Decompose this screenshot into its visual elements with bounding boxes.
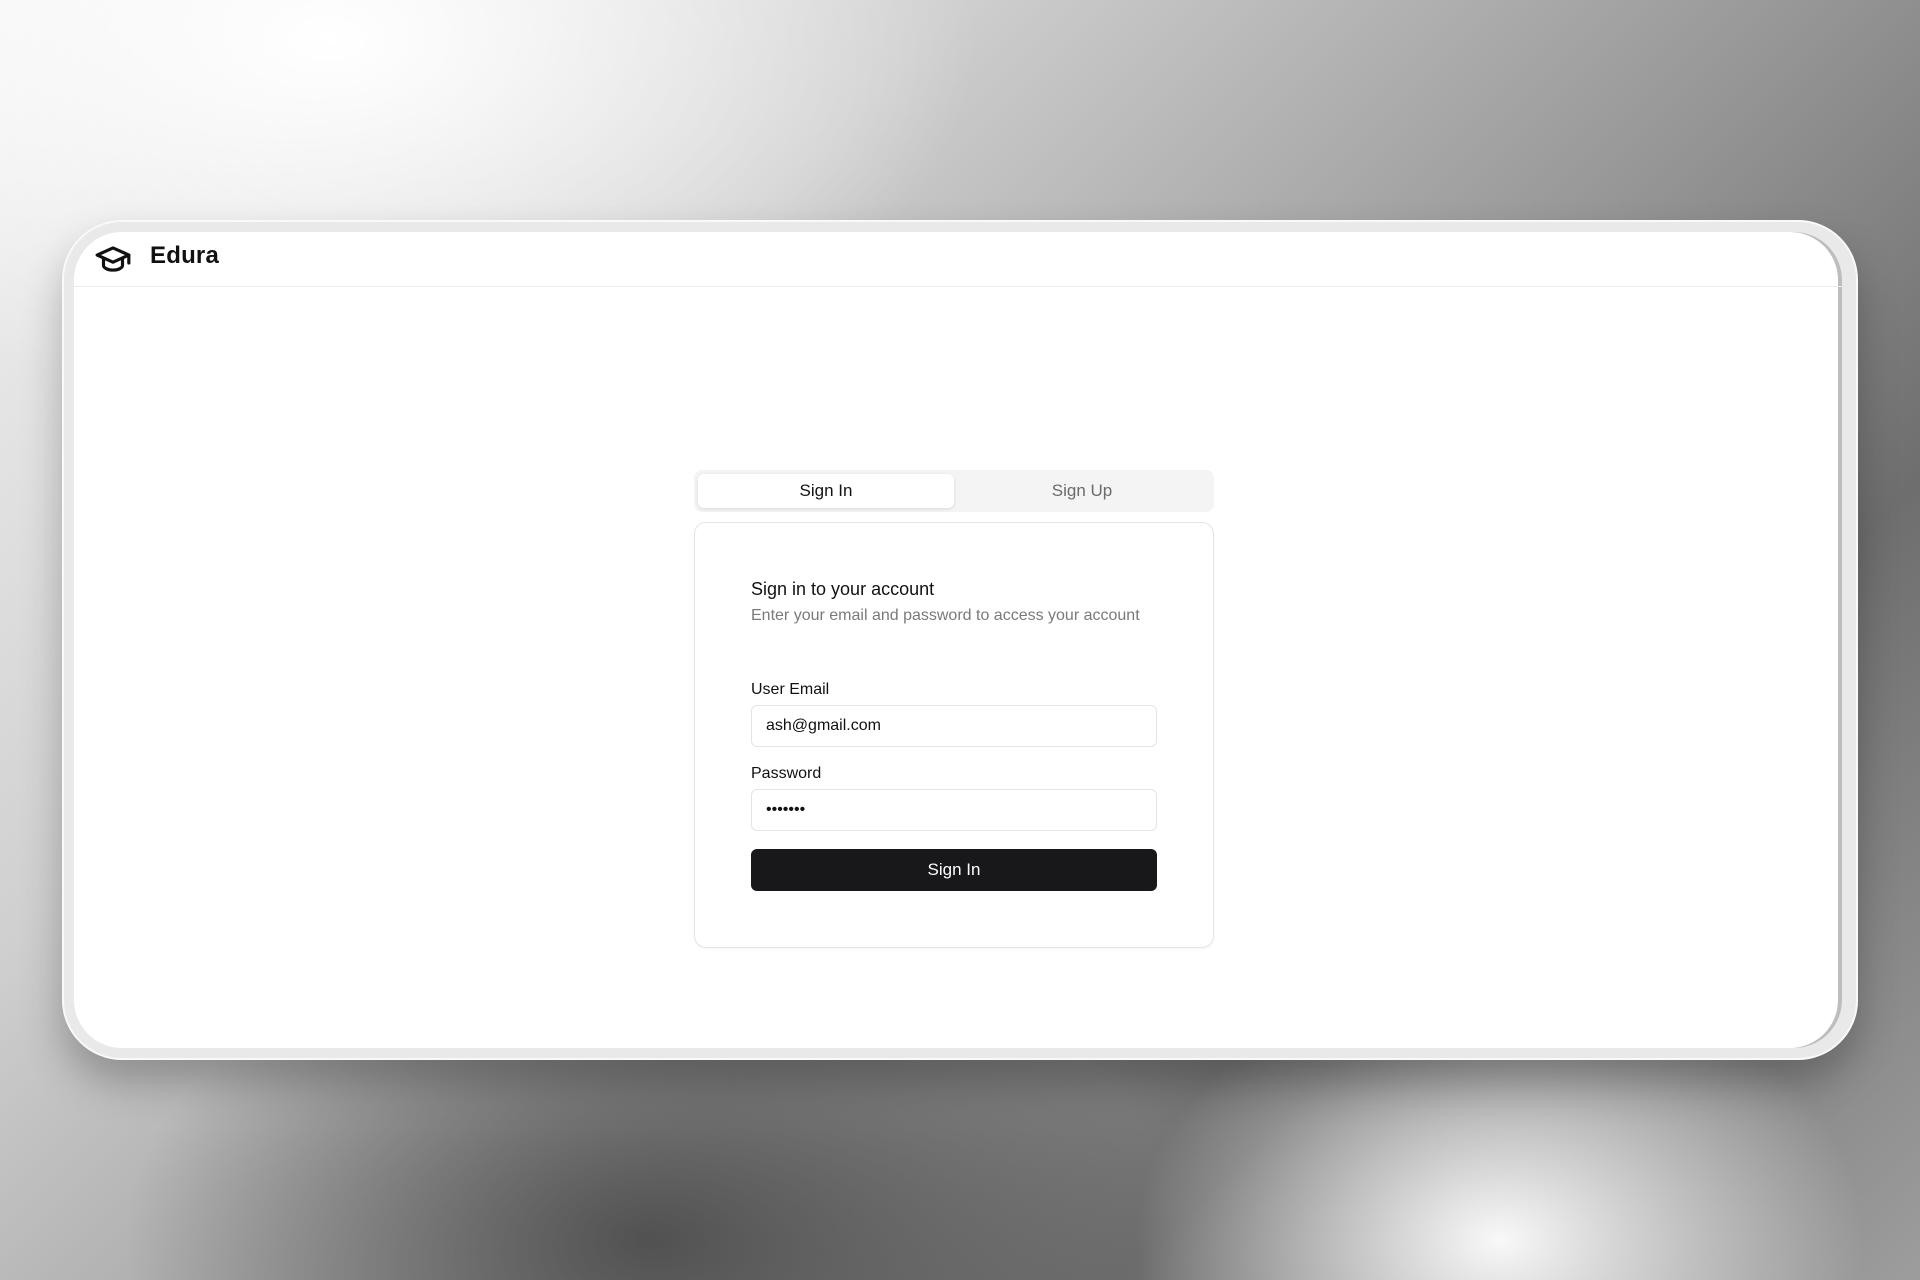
top-navbar: Edura [74, 232, 1842, 287]
tab-sign-in[interactable]: Sign In [698, 474, 954, 508]
sign-in-card: Sign in to your account Enter your email… [694, 522, 1214, 948]
tab-sign-up[interactable]: Sign Up [954, 474, 1210, 508]
password-label: Password [751, 765, 822, 782]
sign-in-button[interactable]: Sign In [751, 849, 1157, 891]
app-window: Edura Sign In Sign Up Sign in to your ac… [74, 232, 1842, 1048]
password-field[interactable] [751, 789, 1157, 831]
app-name: Edura [150, 242, 220, 269]
graduation-cap-icon [95, 246, 131, 272]
card-subtitle: Enter your email and password to access … [751, 607, 1140, 624]
email-label: User Email [751, 681, 830, 698]
card-title: Sign in to your account [751, 579, 935, 599]
email-field[interactable] [751, 705, 1157, 747]
auth-tabs: Sign In Sign Up [694, 470, 1214, 512]
